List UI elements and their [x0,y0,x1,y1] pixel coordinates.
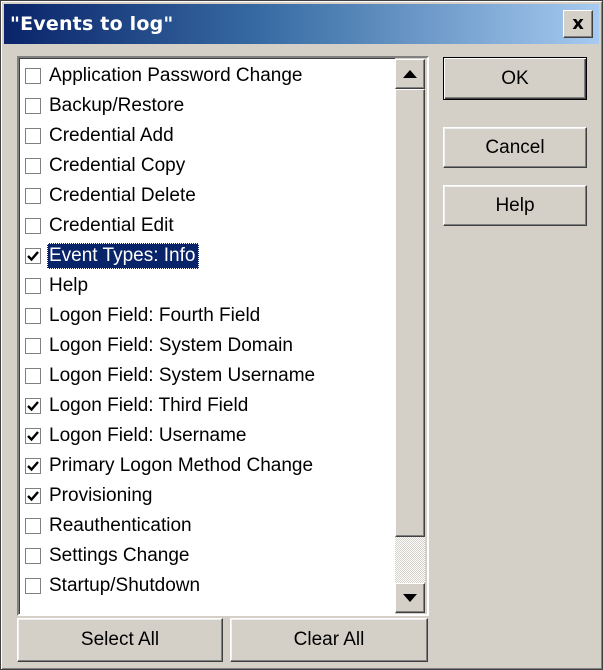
event-checkbox[interactable] [25,488,41,504]
event-list-item[interactable]: Provisioning [23,481,391,511]
event-list-item[interactable]: Startup/Shutdown [23,571,391,601]
event-label: Logon Field: Username [49,425,247,446]
event-checkbox[interactable] [25,548,41,564]
events-to-log-dialog: "Events to log" x Application Password C… [0,0,603,670]
event-list-item[interactable]: Logon Field: Fourth Field [23,301,391,331]
cancel-button[interactable]: Cancel [443,127,587,168]
event-list-item[interactable]: Logon Field: System Domain [23,331,391,361]
event-checkbox[interactable] [25,248,41,264]
close-button[interactable]: x [563,10,593,38]
checkmark-icon [27,431,39,442]
event-label: Startup/Shutdown [49,575,201,596]
event-list-item[interactable]: Application Password Change [23,61,391,91]
event-label: Credential Delete [49,185,196,206]
scroll-up-button[interactable] [395,59,425,89]
events-listbox[interactable]: Application Password Change Backup/Restor… [17,56,429,616]
event-list-item[interactable]: Settings Change [23,541,391,571]
event-label: Help [49,275,89,296]
scroll-track[interactable] [395,537,425,583]
ok-button[interactable]: OK [443,57,587,100]
event-list-item[interactable]: Credential Edit [23,211,391,241]
scroll-down-button[interactable] [395,583,425,613]
event-checkbox[interactable] [25,398,41,414]
event-label: Credential Edit [49,215,174,236]
event-checkbox[interactable] [25,368,41,384]
event-list-item[interactable]: Logon Field: Third Field [23,391,391,421]
event-label: Logon Field: System Username [49,365,316,386]
event-label: Settings Change [49,545,190,566]
checkmark-icon [27,251,39,262]
event-checkbox[interactable] [25,158,41,174]
event-checkbox[interactable] [25,68,41,84]
event-checkbox[interactable] [25,128,41,144]
event-checkbox[interactable] [25,188,41,204]
event-label: Credential Copy [49,155,186,176]
event-label: Application Password Change [49,65,303,86]
event-list-item[interactable]: Logon Field: System Username [23,361,391,391]
event-list-item[interactable]: Credential Delete [23,181,391,211]
event-checkbox[interactable] [25,218,41,234]
event-checkbox[interactable] [25,428,41,444]
event-list-item[interactable]: Event Types: Info [23,241,391,271]
event-label: Logon Field: Third Field [49,395,249,416]
event-list-item[interactable]: Credential Copy [23,151,391,181]
event-label: Reauthentication [49,515,192,536]
event-checkbox[interactable] [25,578,41,594]
event-checkbox[interactable] [25,458,41,474]
checkmark-icon [27,491,39,502]
close-icon: x [572,13,584,34]
event-label: Logon Field: Fourth Field [49,305,261,326]
event-checkbox[interactable] [25,98,41,114]
event-label: Credential Add [49,125,174,146]
help-button[interactable]: Help [443,185,587,226]
checkmark-icon [27,401,39,412]
event-list-item[interactable]: Logon Field: Username [23,421,391,451]
event-label: Backup/Restore [49,95,185,116]
event-list-item[interactable]: Reauthentication [23,511,391,541]
event-checkbox[interactable] [25,278,41,294]
select-all-button[interactable]: Select All [17,618,223,662]
scroll-up-arrow-icon [403,70,417,78]
listbox-scrollbar[interactable] [395,58,427,614]
scroll-thumb[interactable] [395,89,425,537]
event-list-item[interactable]: Backup/Restore [23,91,391,121]
event-list-item[interactable]: Help [23,271,391,301]
checkmark-icon [27,461,39,472]
event-label: Provisioning [49,485,153,506]
scroll-down-arrow-icon [403,594,417,602]
clear-all-button[interactable]: Clear All [230,618,428,662]
event-label: Event Types: Info [47,243,200,269]
dialog-title: "Events to log" [10,13,174,35]
event-list-item[interactable]: Credential Add [23,121,391,151]
event-list-item[interactable]: Primary Logon Method Change [23,451,391,481]
events-list: Application Password Change Backup/Restor… [23,61,391,601]
event-checkbox[interactable] [25,518,41,534]
event-checkbox[interactable] [25,308,41,324]
event-label: Primary Logon Method Change [49,455,314,476]
event-checkbox[interactable] [25,338,41,354]
event-label: Logon Field: System Domain [49,335,293,356]
title-bar: "Events to log" x [4,4,599,44]
